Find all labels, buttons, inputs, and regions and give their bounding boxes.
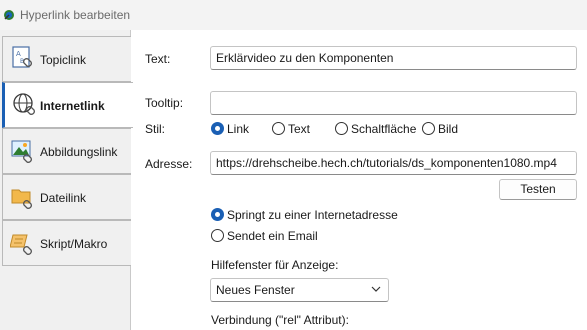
action-radio-internet[interactable] — [211, 208, 224, 221]
title-bar: Hyperlink bearbeiten — [0, 0, 587, 30]
text-input[interactable]: Erklärvideo zu den Komponenten — [210, 46, 577, 70]
help-window-select[interactable]: Neues Fenster — [210, 278, 389, 302]
address-input[interactable]: https://drehscheibe.hech.ch/tutorials/ds… — [210, 151, 577, 175]
style-radio-link[interactable] — [211, 122, 224, 135]
help-window-label: Hilfefenster für Anzeige: — [211, 258, 339, 272]
content-panel: Text: Erklärvideo zu den Komponenten Too… — [131, 30, 587, 330]
sidebar: A B Topiclink Internetlink Abbildungslin… — [0, 30, 133, 330]
style-radio-button-label: Schaltfläche — [351, 122, 417, 136]
edit-hyperlink-icon — [4, 10, 14, 20]
tab-dateilink[interactable]: Dateilink — [2, 174, 131, 220]
document-link-icon: A B — [12, 46, 32, 68]
tab-skript-makro[interactable]: Skript/Makro — [2, 220, 131, 266]
chevron-down-icon — [371, 286, 381, 292]
tab-abbildungslink-label: Abbildungslink — [40, 145, 118, 159]
globe-link-icon — [13, 93, 35, 115]
style-radio-link-label: Link — [227, 122, 250, 136]
tab-skript-makro-label: Skript/Makro — [40, 237, 108, 251]
address-label: Adresse: — [145, 157, 193, 171]
style-radio-button[interactable] — [335, 122, 348, 135]
tooltip-label: Tooltip: — [145, 96, 184, 110]
action-radio-email[interactable] — [211, 229, 224, 242]
action-radio-internet-label: Springt zu einer Internetadresse — [227, 208, 398, 222]
style-radio-text-label: Text — [288, 122, 311, 136]
action-radio-email-label: Sendet ein Email — [227, 229, 318, 243]
tab-topiclink[interactable]: A B Topiclink — [2, 36, 131, 82]
style-radio-image[interactable] — [422, 122, 435, 135]
style-radio-text[interactable] — [272, 122, 285, 135]
text-label: Text: — [145, 52, 171, 66]
script-link-icon — [10, 234, 32, 255]
test-button[interactable]: Testen — [499, 179, 577, 200]
tab-abbildungslink[interactable]: Abbildungslink — [2, 128, 131, 174]
window-title: Hyperlink bearbeiten — [20, 8, 131, 22]
tab-topiclink-label: Topiclink — [40, 53, 87, 67]
help-window-select-value: Neues Fenster — [216, 283, 295, 297]
folder-link-icon — [11, 189, 32, 209]
svg-text:A: A — [16, 50, 21, 58]
tab-dateilink-label: Dateilink — [40, 191, 87, 205]
style-label: Stil: — [145, 122, 166, 136]
rel-attribute-label: Verbindung ("rel" Attribut): — [211, 313, 349, 327]
tooltip-input[interactable] — [210, 91, 577, 115]
style-radio-image-label: Bild — [438, 122, 459, 136]
image-link-icon — [11, 140, 32, 163]
tab-internetlink-label: Internetlink — [40, 99, 105, 113]
tab-internetlink[interactable]: Internetlink — [2, 82, 133, 128]
